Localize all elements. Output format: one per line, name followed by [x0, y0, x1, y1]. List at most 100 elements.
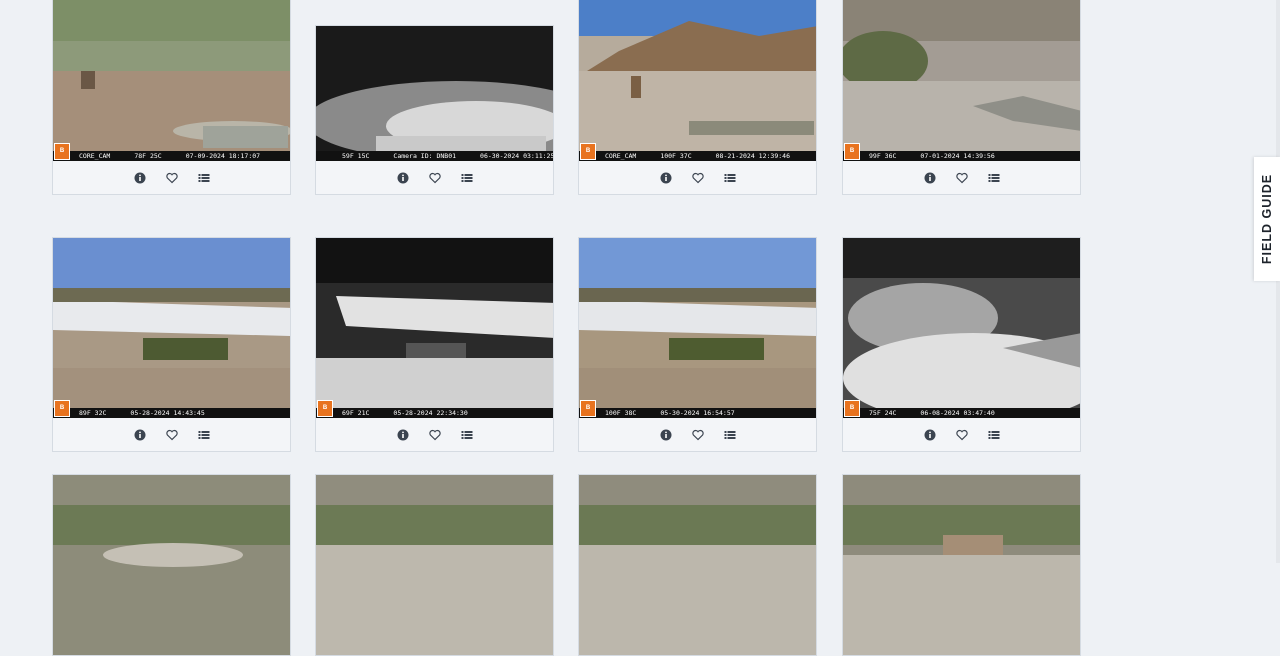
trail-cam-photo[interactable] [579, 475, 816, 655]
camera-brand-logo: B [54, 400, 70, 417]
photo-info-bar: 75F 24C 06-08-2024 03:47:40 [843, 408, 1080, 418]
details-button[interactable] [194, 425, 214, 445]
temperature: 100F 37C [660, 152, 692, 160]
favorite-button[interactable] [425, 425, 445, 445]
camera-name: CORE_CAM [79, 152, 111, 160]
list-icon [988, 173, 999, 182]
info-button[interactable] [920, 168, 940, 188]
timestamp: 08-21-2024 12:39:46 [715, 152, 790, 160]
info-icon [660, 429, 671, 440]
trail-cam-photo[interactable]: 89F 32C 05-28-2024 14:43:45 B [53, 238, 290, 418]
details-button[interactable] [720, 168, 740, 188]
gallery-card [52, 474, 291, 656]
camera-brand-logo: B [580, 400, 596, 417]
details-button[interactable] [194, 168, 214, 188]
trail-cam-photo[interactable]: 99F 36C 07-01-2024 14:39:56 B [843, 0, 1080, 161]
photo-info-bar: 59F 15C Camera ID: DNB01 06-30-2024 03:11:… [316, 151, 553, 161]
trail-cam-photo[interactable]: 75F 24C 06-08-2024 03:47:40 B [843, 238, 1080, 418]
details-button[interactable] [457, 425, 477, 445]
list-icon [724, 173, 735, 182]
card-actions [316, 418, 553, 451]
trail-cam-photo[interactable] [316, 475, 553, 655]
trail-cam-photo[interactable]: 100F 38C 05-30-2024 16:54:57 B [579, 238, 816, 418]
temperature: 78F 25C [134, 152, 162, 160]
card-actions [53, 161, 290, 194]
info-button[interactable] [920, 425, 940, 445]
card-actions [316, 161, 553, 194]
info-button[interactable] [130, 425, 150, 445]
timestamp: 05-28-2024 22:34:30 [393, 409, 468, 417]
temperature: 99F 36C [869, 152, 897, 160]
timestamp: 05-30-2024 16:54:57 [660, 409, 735, 417]
photo-info-bar: 99F 36C 07-01-2024 14:39:56 [843, 151, 1080, 161]
gallery-card: 100F 38C 05-30-2024 16:54:57 B [578, 237, 817, 452]
photo-info-bar: 100F 38C 05-30-2024 16:54:57 [579, 408, 816, 418]
favorite-button[interactable] [952, 425, 972, 445]
list-icon [461, 173, 472, 182]
trail-cam-photo[interactable]: CORE_CAM 100F 37C 08-21-2024 12:39:46 B [579, 0, 816, 161]
heart-icon [165, 172, 178, 183]
photo-gallery-grid: CORE_CAM 78F 25C 07-09-2024 18:17:07 B 59F… [52, 0, 1084, 656]
temperature: 100F 38C [605, 409, 637, 417]
details-button[interactable] [984, 425, 1004, 445]
info-button[interactable] [656, 168, 676, 188]
timestamp: 06-08-2024 03:47:40 [920, 409, 995, 417]
favorite-button[interactable] [162, 168, 182, 188]
info-button[interactable] [393, 168, 413, 188]
gallery-card: CORE_CAM 100F 37C 08-21-2024 12:39:46 B [578, 0, 817, 195]
favorite-button[interactable] [162, 425, 182, 445]
heart-icon [428, 172, 441, 183]
camera-name: CORE_CAM [605, 152, 637, 160]
info-icon [134, 172, 145, 183]
info-icon [397, 429, 408, 440]
details-button[interactable] [720, 425, 740, 445]
photo-info-bar: CORE_CAM 78F 25C 07-09-2024 18:17:07 [53, 151, 290, 161]
photo-info-bar: 89F 32C 05-28-2024 14:43:45 [53, 408, 290, 418]
list-icon [198, 173, 209, 182]
list-icon [724, 430, 735, 439]
gallery-card [315, 474, 554, 656]
heart-icon [428, 429, 441, 440]
camera-brand-logo: B [844, 143, 860, 160]
timestamp: 07-09-2024 18:17:07 [185, 152, 261, 160]
field-guide-tab[interactable]: FIELD GUIDE [1254, 157, 1280, 281]
heart-icon [955, 172, 968, 183]
heart-icon [165, 429, 178, 440]
info-button[interactable] [393, 425, 413, 445]
info-button[interactable] [130, 168, 150, 188]
timestamp: 07-01-2024 14:39:56 [920, 152, 995, 160]
favorite-button[interactable] [425, 168, 445, 188]
favorite-button[interactable] [952, 168, 972, 188]
timestamp: 06-30-2024 03:11:25 [480, 152, 553, 160]
list-icon [461, 430, 472, 439]
gallery-card [842, 474, 1081, 656]
favorite-button[interactable] [688, 425, 708, 445]
gallery-card: CORE_CAM 78F 25C 07-09-2024 18:17:07 B [52, 0, 291, 195]
list-icon [198, 430, 209, 439]
trail-cam-photo[interactable] [53, 475, 290, 655]
favorite-button[interactable] [688, 168, 708, 188]
gallery-card: 59F 15C Camera ID: DNB01 06-30-2024 03:11:… [315, 25, 554, 195]
scrollbar-track[interactable] [1276, 0, 1280, 563]
card-actions [843, 418, 1080, 451]
card-actions [53, 418, 290, 451]
info-button[interactable] [656, 425, 676, 445]
temperature: 75F 24C [869, 409, 897, 417]
trail-cam-photo[interactable]: 59F 15C Camera ID: DNB01 06-30-2024 03:11:… [316, 26, 553, 161]
trail-cam-photo[interactable]: CORE_CAM 78F 25C 07-09-2024 18:17:07 B [53, 0, 290, 161]
camera-brand-logo: B [54, 143, 70, 160]
info-icon [924, 172, 935, 183]
gallery-card: 69F 21C 05-28-2024 22:34:30 B [315, 237, 554, 452]
info-icon [660, 172, 671, 183]
gallery-card: 89F 32C 05-28-2024 14:43:45 B [52, 237, 291, 452]
details-button[interactable] [457, 168, 477, 188]
field-guide-label: FIELD GUIDE [1260, 173, 1275, 265]
trail-cam-photo[interactable] [843, 475, 1080, 655]
trail-cam-photo[interactable]: 69F 21C 05-28-2024 22:34:30 B [316, 238, 553, 418]
details-button[interactable] [984, 168, 1004, 188]
info-icon [134, 429, 145, 440]
info-icon [397, 172, 408, 183]
temperature: 89F 32C [79, 409, 107, 417]
list-icon [988, 430, 999, 439]
photo-info-bar: 69F 21C 05-28-2024 22:34:30 [316, 408, 553, 418]
